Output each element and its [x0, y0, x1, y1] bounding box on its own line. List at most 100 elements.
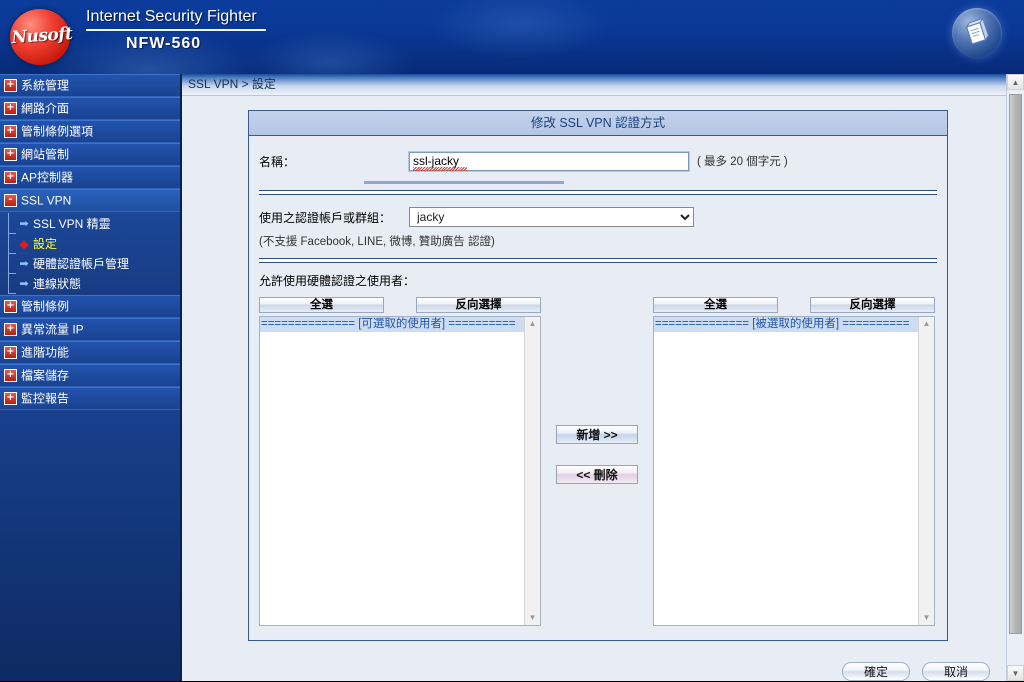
account-row: 使用之認證帳戶或群組： jacky [259, 204, 937, 230]
tree-line [8, 213, 16, 234]
account-note: (不支援 Facebook, LINE, 微博, 贊助廣告 認證) [259, 236, 495, 248]
sidebar-item-label: 檔案儲存 [21, 368, 70, 383]
sidebar-item-file-storage[interactable]: + 檔案儲存 [0, 364, 180, 387]
sidebar-item-label: SSL VPN 精靈 [33, 216, 111, 231]
available-users-listbox[interactable]: ============== [可選取的使用者] ========== ▲ ▼ [259, 316, 541, 626]
account-select[interactable]: jacky [409, 207, 694, 227]
available-users-scrollbar[interactable]: ▲ ▼ [524, 317, 540, 625]
sidebar-item-ssl-vpn-wizard[interactable]: ➡ SSL VPN 精靈 [0, 213, 180, 234]
section-divider-1 [259, 190, 937, 195]
sidebar-item-website-control[interactable]: + 網站管制 [0, 143, 180, 166]
sidebar-item-label: 管制條例 [21, 299, 70, 314]
expand-plus-icon[interactable]: + [4, 148, 17, 162]
sidebar-item-policy-options[interactable]: + 管制條例選項 [0, 120, 180, 143]
sidebar-item-label: 硬體認證帳戶管理 [33, 256, 130, 271]
page-title: 修改 SSL VPN 認證方式 [249, 111, 947, 136]
expand-plus-icon[interactable]: + [4, 392, 17, 406]
expand-plus-icon[interactable]: + [4, 125, 17, 139]
dual-list-container: 全選 反向選擇 ============== [可選取的使用者] =======… [259, 297, 937, 626]
sidebar-item-label: 連線狀態 [33, 276, 82, 291]
sidebar-item-label: 網路介面 [21, 101, 70, 116]
sidebar-item-label: SSL VPN [21, 193, 72, 208]
page-scroll-up-arrow-icon[interactable]: ▲ [1007, 74, 1024, 90]
expand-plus-icon[interactable]: + [4, 102, 17, 116]
expand-plus-icon[interactable]: + [4, 171, 17, 185]
diamond-bullet-icon: ◆ [19, 236, 29, 251]
company-logo: Nusoft [4, 6, 80, 68]
sidebar-item-hw-auth-account-mgmt[interactable]: ➡ 硬體認證帳戶管理 [0, 253, 180, 274]
scroll-down-arrow-icon[interactable]: ▼ [923, 611, 931, 625]
sidebar-item-connection-status[interactable]: ➡ 連線狀態 [0, 273, 180, 294]
section-divider-2 [259, 258, 937, 263]
sidebar-item-system-management[interactable]: + 系統管理 [0, 74, 180, 97]
sidebar-item-network-interface[interactable]: + 網路介面 [0, 97, 180, 120]
hw-users-label: 允許使用硬體認證之使用者： [259, 274, 416, 288]
selected-users-buttons: 全選 反向選擇 [653, 297, 935, 313]
sidebar-item-monitor-report[interactable]: + 監控報告 [0, 387, 180, 410]
available-users-column: 全選 反向選擇 ============== [可選取的使用者] =======… [259, 297, 541, 626]
manual-book-icon[interactable] [952, 8, 1002, 58]
transfer-buttons-column: 新增 >> << 刪除 [541, 297, 653, 484]
sidebar-item-ap-controller[interactable]: + AP控制器 [0, 166, 180, 189]
content-padding: 修改 SSL VPN 認證方式 名稱： ( 最多 20 個字元 ) 使用之認證帳… [182, 96, 1014, 681]
name-input[interactable] [408, 150, 690, 172]
selected-users-header: ============== [被選取的使用者] ========== [654, 317, 919, 332]
sidebar-item-label: 監控報告 [21, 391, 70, 406]
sidebar-item-label: 網站管制 [21, 147, 70, 162]
sidebar-submenu-ssl-vpn: ➡ SSL VPN 精靈 ◆ 設定 ➡ 硬體認證帳戶管理 ➡ 連線狀態 [0, 212, 180, 295]
expand-plus-icon[interactable]: + [4, 300, 17, 314]
product-model: NFW-560 [126, 35, 202, 52]
page-scrollbar[interactable]: ▲ ▼ [1006, 74, 1024, 681]
sidebar-item-label: 設定 [33, 236, 58, 251]
selected-users-column: 全選 反向選擇 ============== [被選取的使用者] =======… [653, 297, 935, 626]
expand-plus-icon[interactable]: + [4, 346, 17, 360]
selected-users-scrollbar[interactable]: ▲ ▼ [918, 317, 934, 625]
name-label: 名稱： [259, 154, 296, 169]
logo-wordmark: Nusoft [10, 23, 74, 49]
available-users-header: ============== [可選取的使用者] ========== [260, 317, 525, 332]
sidebar-item-abnormal-traffic-ip[interactable]: + 異常流量 IP [0, 318, 180, 341]
page-scroll-thumb[interactable] [1009, 94, 1022, 634]
sidebar-item-policy[interactable]: + 管制條例 [0, 295, 180, 318]
panel-body: 名稱： ( 最多 20 個字元 ) 使用之認證帳戶或群組： jacky [249, 136, 947, 640]
invert-selection-selected-button[interactable]: 反向選擇 [810, 297, 935, 313]
scroll-down-arrow-icon[interactable]: ▼ [529, 611, 537, 625]
remove-button[interactable]: << 刪除 [556, 465, 638, 484]
product-branding: Internet Security Fighter NFW-560 [86, 8, 386, 53]
arrow-right-icon: ➡ [19, 217, 29, 230]
invert-selection-available-button[interactable]: 反向選擇 [416, 297, 541, 313]
selected-users-listbox[interactable]: ============== [被選取的使用者] ========== ▲ ▼ [653, 316, 935, 626]
product-tagline: Internet Security Fighter [86, 8, 257, 25]
scroll-up-arrow-icon[interactable]: ▲ [529, 317, 537, 331]
add-button[interactable]: 新增 >> [556, 425, 638, 444]
manual-book-glyph [965, 19, 989, 45]
name-hint: ( 最多 20 個字元 ) [697, 156, 788, 168]
select-all-selected-button[interactable]: 全選 [653, 297, 778, 313]
brand-divider [86, 29, 266, 31]
tree-line [8, 253, 16, 274]
sidebar-item-label: 管制條例選項 [21, 124, 94, 139]
form-action-buttons: 確定 取消 [842, 662, 990, 681]
sidebar-item-label: AP控制器 [21, 170, 74, 185]
collapse-minus-icon[interactable]: - [4, 194, 17, 208]
sidebar-item-label: 異常流量 IP [21, 322, 84, 337]
sidebar-item-ssl-vpn[interactable]: - SSL VPN [0, 189, 180, 212]
sidebar-item-settings[interactable]: ◆ 設定 [0, 233, 180, 254]
account-label: 使用之認證帳戶或群組： [259, 210, 392, 225]
sidebar-item-label: 系統管理 [21, 78, 70, 93]
breadcrumb: SSL VPN > 設定 [182, 74, 1014, 96]
ok-button[interactable]: 確定 [842, 662, 910, 681]
expand-plus-icon[interactable]: + [4, 369, 17, 383]
cancel-button[interactable]: 取消 [922, 662, 990, 681]
app-header: Nusoft Internet Security Fighter NFW-560 [0, 0, 1024, 74]
scroll-up-arrow-icon[interactable]: ▲ [923, 317, 931, 331]
main-content: SSL VPN > 設定 修改 SSL VPN 認證方式 名稱： ( 最多 20… [182, 74, 1014, 681]
page-scroll-down-arrow-icon[interactable]: ▼ [1007, 665, 1024, 681]
expand-plus-icon[interactable]: + [4, 79, 17, 93]
sidebar-item-advanced-functions[interactable]: + 進階功能 [0, 341, 180, 364]
name-row: 名稱： ( 最多 20 個字元 ) [259, 148, 937, 174]
select-all-available-button[interactable]: 全選 [259, 297, 384, 313]
arrow-right-icon: ➡ [19, 277, 29, 290]
expand-plus-icon[interactable]: + [4, 323, 17, 337]
sidebar-item-label: 進階功能 [21, 345, 70, 360]
